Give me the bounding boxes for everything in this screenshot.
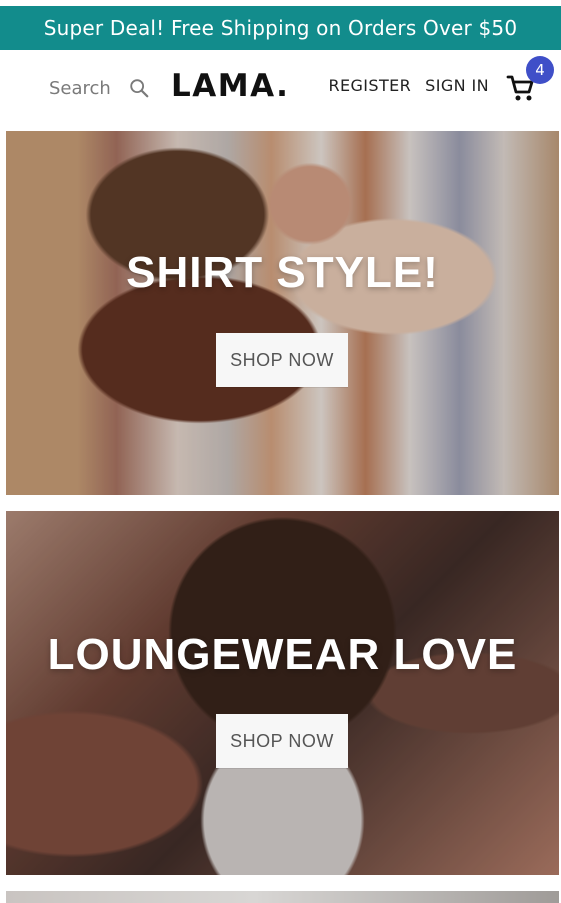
cart-count-badge: 4 [526, 56, 554, 84]
search-placeholder: Search [49, 77, 111, 99]
hero-image-overlay [6, 511, 559, 875]
hero-banner-shirt-style: SHIRT STYLE! SHOP NOW [6, 131, 559, 495]
shop-now-button[interactable]: SHOP NOW [216, 333, 348, 387]
hero-banner-loungewear-love: LOUNGEWEAR LOVE SHOP NOW [6, 511, 559, 875]
search-field[interactable]: Search [49, 74, 150, 102]
hero-title: SHIRT STYLE! [126, 248, 439, 297]
shop-now-button[interactable]: SHOP NOW [216, 714, 348, 768]
next-banner-preview [6, 891, 559, 903]
search-icon[interactable] [128, 77, 150, 99]
sign-in-link[interactable]: SIGN IN [425, 76, 489, 95]
hero-title: LOUNGEWEAR LOVE [47, 630, 518, 679]
announcement-text: Super Deal! Free Shipping on Orders Over… [43, 16, 518, 40]
site-header: Search LAMA. REGISTER SIGN IN 4 [0, 50, 561, 128]
hero-image-overlay [6, 131, 559, 495]
account-links: REGISTER SIGN IN [328, 76, 489, 95]
announcement-bar: Super Deal! Free Shipping on Orders Over… [0, 6, 561, 50]
brand-logo[interactable]: LAMA. [171, 68, 289, 104]
register-link[interactable]: REGISTER [328, 76, 411, 95]
